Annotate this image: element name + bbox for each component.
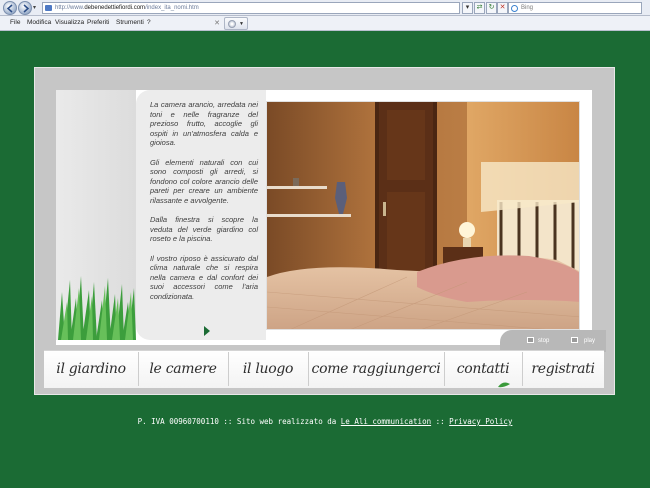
footer: P. IVA 00960700110 :: Sito web realizzat… xyxy=(0,417,650,427)
search-box[interactable]: Bing xyxy=(508,2,642,14)
menu-preferiti[interactable]: Preferiti xyxy=(87,19,109,27)
toolbar-close-icon[interactable]: ✕ xyxy=(211,18,223,29)
description-paragraph: Il vostro riposo è assicurato dal clima … xyxy=(150,253,258,301)
history-dropdown-icon[interactable]: ▾ xyxy=(33,4,36,11)
nav-registrati[interactable]: registrati xyxy=(522,350,604,388)
address-dropdown-icon[interactable]: ▾ xyxy=(462,2,473,14)
description-paragraph: Dalla finestra si scopre la veduta del v… xyxy=(150,215,258,244)
back-button[interactable] xyxy=(3,1,17,15)
nav-come-raggiungerci[interactable]: come raggiungerci xyxy=(308,350,444,388)
footer-vat-text: P. IVA 00960700110 :: Sito web realizzat… xyxy=(137,417,341,426)
extension-icon xyxy=(228,20,236,28)
forward-arrow-icon xyxy=(23,4,30,13)
forward-button[interactable] xyxy=(18,1,32,15)
footer-separator: :: xyxy=(431,417,450,426)
nav-il-giardino[interactable]: il giardino xyxy=(44,350,138,388)
back-arrow-icon xyxy=(6,4,13,13)
play-label[interactable]: play xyxy=(584,337,595,345)
menu-modifica[interactable]: Modifica xyxy=(27,19,51,27)
menu-strumenti[interactable]: Strumenti xyxy=(116,19,144,27)
description-paragraph: Gli elementi naturali con cui sono compo… xyxy=(150,157,258,205)
play-slideshow-icon[interactable] xyxy=(571,337,578,343)
stop-slideshow-icon[interactable] xyxy=(527,337,534,343)
leaf-icon xyxy=(498,382,510,388)
next-arrow-icon[interactable] xyxy=(204,326,210,336)
menu-file[interactable]: File xyxy=(10,19,20,27)
nav-il-luogo[interactable]: il luogo xyxy=(228,350,308,388)
description-paragraph: La camera arancio, arredata nei toni e n… xyxy=(150,100,258,148)
url-domain: debenedettiefiordi.com xyxy=(84,5,146,11)
page-icon xyxy=(45,5,52,11)
bing-icon xyxy=(511,5,518,12)
browser-toolbar: ▾ http://www.debenedettiefiordi.com/inde… xyxy=(0,0,650,16)
nav-le-camere[interactable]: le camere xyxy=(138,350,228,388)
room-photo xyxy=(266,101,580,330)
grass-decoration xyxy=(58,276,136,340)
compatibility-icon[interactable]: ⇄ xyxy=(474,2,485,14)
browser-menubar: File Modifica Visualizza Preferiti Strum… xyxy=(0,16,650,31)
privacy-policy-link[interactable]: Privacy Policy xyxy=(449,417,512,426)
url-prefix: http://www. xyxy=(55,5,85,11)
bedroom-illustration xyxy=(267,102,579,329)
address-bar[interactable]: http://www.debenedettiefiordi.com/index_… xyxy=(42,2,460,14)
menu-visualizza[interactable]: Visualizza xyxy=(55,19,84,27)
chevron-down-icon: ▼ xyxy=(239,21,244,27)
url-path: /index_ita_nomi.htm xyxy=(145,5,199,11)
agency-link[interactable]: Le Ali communication xyxy=(341,417,431,426)
menu-help[interactable]: ? xyxy=(147,19,151,27)
stop-icon[interactable]: ✕ xyxy=(497,2,508,14)
refresh-icon[interactable]: ↻ xyxy=(486,2,497,14)
toolbar-extension-button[interactable]: ▼ xyxy=(224,17,248,30)
search-placeholder: Bing xyxy=(521,5,534,11)
room-description: La camera arancio, arredata nei toni e n… xyxy=(150,100,258,301)
stop-label[interactable]: stop xyxy=(538,337,549,345)
